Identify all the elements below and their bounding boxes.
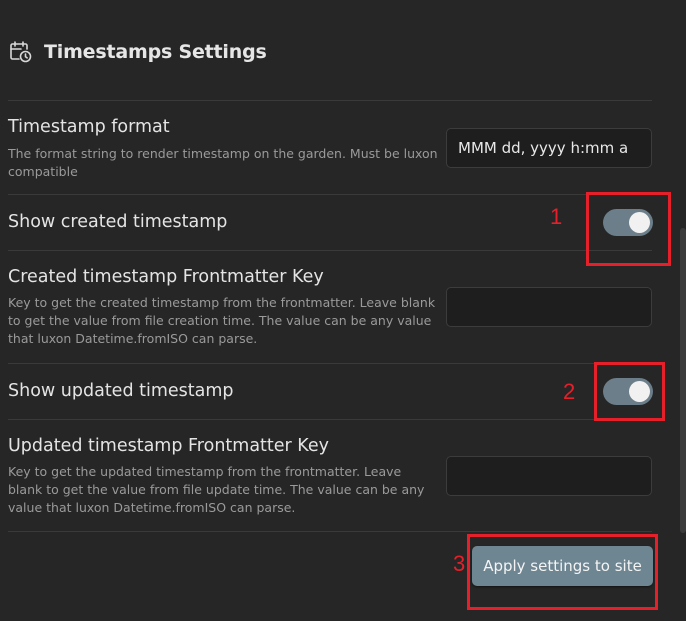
divider — [8, 250, 652, 251]
calendar-clock-icon — [8, 39, 34, 65]
divider — [8, 100, 652, 101]
updated-key-label: Updated timestamp Frontmatter Key — [8, 436, 330, 456]
timestamp-format-label: Timestamp format — [8, 117, 170, 137]
updated-key-input[interactable] — [446, 456, 652, 496]
updated-key-description: Key to get the updated timestamp from th… — [8, 464, 425, 515]
timestamp-format-description: The format string to render timestamp on… — [8, 146, 438, 179]
page-title: Timestamps Settings — [44, 41, 267, 63]
divider — [8, 194, 652, 195]
divider — [8, 419, 652, 420]
show-created-timestamp-label: Show created timestamp — [8, 212, 228, 232]
annotation-box-2 — [594, 362, 665, 421]
annotation-number-1: 1 — [550, 204, 563, 229]
divider — [8, 531, 652, 532]
scrollbar[interactable] — [680, 228, 686, 533]
timestamp-format-input[interactable]: MMM dd, yyyy h:mm a — [446, 128, 652, 168]
divider — [8, 363, 652, 364]
annotation-box-3 — [467, 534, 658, 610]
created-key-input[interactable] — [446, 287, 652, 327]
annotation-box-1 — [586, 192, 671, 266]
show-updated-timestamp-label: Show updated timestamp — [8, 381, 234, 401]
created-key-label: Created timestamp Frontmatter Key — [8, 267, 324, 287]
settings-header: Timestamps Settings — [8, 36, 267, 68]
annotation-number-2: 2 — [563, 379, 576, 404]
created-key-description: Key to get the created timestamp from th… — [8, 295, 436, 346]
annotation-number-3: 3 — [453, 551, 466, 576]
